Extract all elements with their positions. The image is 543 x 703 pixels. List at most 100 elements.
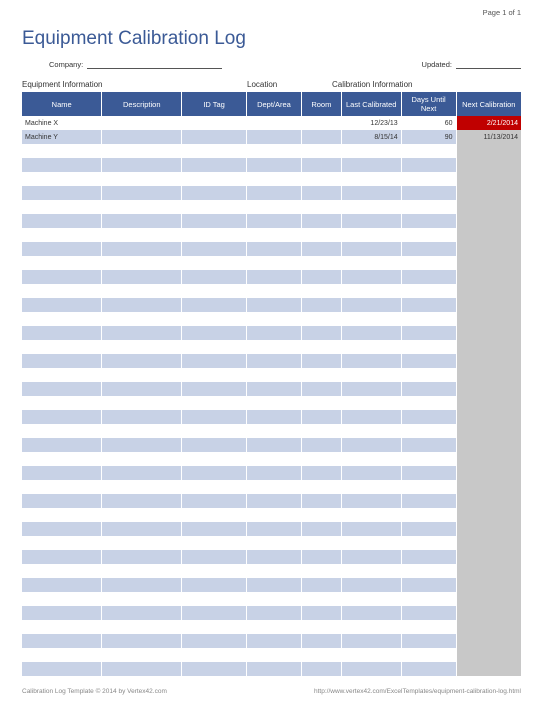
cell-last-calibrated[interactable] (341, 228, 401, 242)
cell-dept[interactable] (247, 494, 302, 508)
cell-days-until-next[interactable]: 90 (401, 130, 456, 144)
cell-last-calibrated[interactable] (341, 200, 401, 214)
cell-last-calibrated[interactable] (341, 186, 401, 200)
cell-days-until-next[interactable] (401, 424, 456, 438)
cell-name[interactable] (22, 368, 102, 382)
cell-days-until-next[interactable] (401, 284, 456, 298)
cell-next-calibration[interactable] (456, 424, 521, 438)
cell-next-calibration[interactable] (456, 452, 521, 466)
cell-days-until-next[interactable] (401, 298, 456, 312)
cell-idtag[interactable] (182, 172, 247, 186)
cell-next-calibration[interactable] (456, 256, 521, 270)
cell-name[interactable] (22, 606, 102, 620)
cell-days-until-next[interactable] (401, 522, 456, 536)
cell-idtag[interactable] (182, 186, 247, 200)
cell-description[interactable] (102, 522, 182, 536)
cell-description[interactable] (102, 312, 182, 326)
cell-name[interactable] (22, 550, 102, 564)
cell-next-calibration[interactable] (456, 536, 521, 550)
cell-last-calibrated[interactable] (341, 424, 401, 438)
cell-description[interactable] (102, 186, 182, 200)
cell-days-until-next[interactable] (401, 550, 456, 564)
cell-room[interactable] (301, 186, 341, 200)
cell-last-calibrated[interactable] (341, 284, 401, 298)
table-row[interactable] (22, 340, 521, 354)
cell-description[interactable] (102, 256, 182, 270)
cell-next-calibration[interactable] (456, 186, 521, 200)
cell-description[interactable] (102, 130, 182, 144)
cell-idtag[interactable] (182, 578, 247, 592)
cell-description[interactable] (102, 382, 182, 396)
cell-next-calibration[interactable]: 2/21/2014 (456, 116, 521, 130)
table-row[interactable] (22, 256, 521, 270)
cell-days-until-next[interactable] (401, 242, 456, 256)
cell-description[interactable] (102, 480, 182, 494)
cell-last-calibrated[interactable] (341, 144, 401, 158)
cell-next-calibration[interactable]: 11/13/2014 (456, 130, 521, 144)
cell-room[interactable] (301, 564, 341, 578)
cell-days-until-next[interactable] (401, 508, 456, 522)
cell-idtag[interactable] (182, 228, 247, 242)
cell-last-calibrated[interactable] (341, 494, 401, 508)
table-row[interactable] (22, 620, 521, 634)
cell-description[interactable] (102, 508, 182, 522)
cell-next-calibration[interactable] (456, 144, 521, 158)
cell-dept[interactable] (247, 116, 302, 130)
cell-room[interactable] (301, 480, 341, 494)
table-row[interactable]: Machine Y8/15/149011/13/2014 (22, 130, 521, 144)
cell-room[interactable] (301, 382, 341, 396)
cell-days-until-next[interactable] (401, 466, 456, 480)
table-row[interactable] (22, 648, 521, 662)
cell-next-calibration[interactable] (456, 200, 521, 214)
cell-dept[interactable] (247, 634, 302, 648)
cell-description[interactable] (102, 340, 182, 354)
cell-name[interactable] (22, 158, 102, 172)
cell-idtag[interactable] (182, 620, 247, 634)
cell-last-calibrated[interactable] (341, 620, 401, 634)
cell-next-calibration[interactable] (456, 550, 521, 564)
cell-last-calibrated[interactable] (341, 592, 401, 606)
cell-dept[interactable] (247, 466, 302, 480)
cell-next-calibration[interactable] (456, 382, 521, 396)
cell-description[interactable] (102, 116, 182, 130)
cell-dept[interactable] (247, 648, 302, 662)
table-row[interactable] (22, 214, 521, 228)
cell-dept[interactable] (247, 256, 302, 270)
cell-last-calibrated[interactable] (341, 508, 401, 522)
cell-dept[interactable] (247, 424, 302, 438)
cell-name[interactable] (22, 340, 102, 354)
cell-idtag[interactable] (182, 158, 247, 172)
cell-next-calibration[interactable] (456, 396, 521, 410)
cell-days-until-next[interactable] (401, 214, 456, 228)
cell-idtag[interactable] (182, 214, 247, 228)
cell-last-calibrated[interactable] (341, 480, 401, 494)
cell-room[interactable] (301, 606, 341, 620)
cell-next-calibration[interactable] (456, 522, 521, 536)
cell-dept[interactable] (247, 452, 302, 466)
cell-room[interactable] (301, 634, 341, 648)
cell-room[interactable] (301, 270, 341, 284)
cell-days-until-next[interactable] (401, 410, 456, 424)
cell-dept[interactable] (247, 144, 302, 158)
cell-last-calibrated[interactable] (341, 396, 401, 410)
cell-description[interactable] (102, 298, 182, 312)
cell-name[interactable] (22, 228, 102, 242)
cell-description[interactable] (102, 662, 182, 676)
cell-last-calibrated[interactable] (341, 340, 401, 354)
cell-description[interactable] (102, 620, 182, 634)
cell-days-until-next[interactable] (401, 634, 456, 648)
cell-idtag[interactable] (182, 298, 247, 312)
cell-days-until-next[interactable] (401, 326, 456, 340)
cell-next-calibration[interactable] (456, 620, 521, 634)
cell-idtag[interactable] (182, 256, 247, 270)
cell-idtag[interactable] (182, 326, 247, 340)
cell-dept[interactable] (247, 508, 302, 522)
cell-name[interactable] (22, 522, 102, 536)
cell-name[interactable] (22, 200, 102, 214)
cell-dept[interactable] (247, 214, 302, 228)
table-row[interactable] (22, 200, 521, 214)
cell-name[interactable] (22, 270, 102, 284)
cell-idtag[interactable] (182, 116, 247, 130)
cell-room[interactable] (301, 396, 341, 410)
cell-name[interactable] (22, 466, 102, 480)
